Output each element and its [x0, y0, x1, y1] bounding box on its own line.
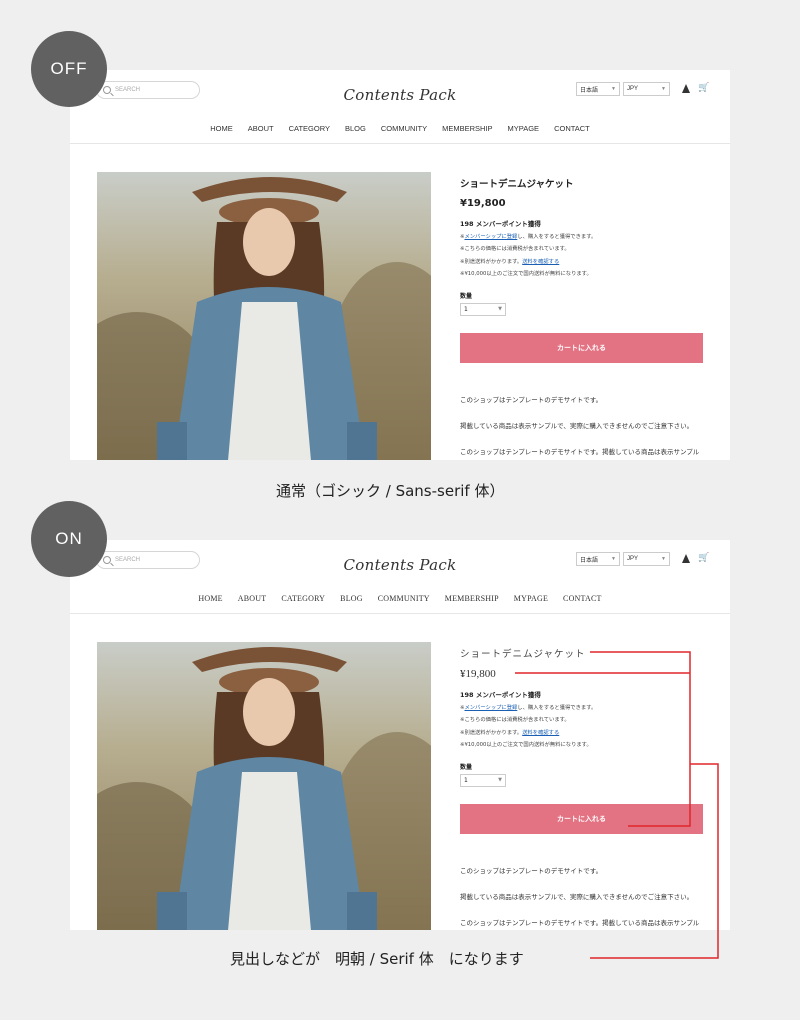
- description-line: このショップはテンプレートのデモサイトです。掲載している商品は表示サンプル: [460, 919, 700, 928]
- description-line: 掲載している商品は表示サンプルで、実際に購入できませんのでご注意下さい。: [460, 893, 694, 902]
- on-badge: ON: [31, 501, 107, 577]
- note-membership: ※メンバーシップに登録し、購入をすると獲得できます。: [460, 705, 597, 711]
- language-select[interactable]: 日本語 ▼: [576, 552, 620, 566]
- shipping-link[interactable]: 送料を確認する: [522, 730, 559, 736]
- product-info: ショートデニムジャケット ¥19,800 198 メンバーポイント獲得 ※メンバ…: [460, 642, 705, 927]
- note-free-shipping: ※¥10,000以上のご注文で国内送料が無料になります。: [460, 741, 592, 748]
- quantity-select[interactable]: 1 ▼: [460, 774, 506, 788]
- nav-mypage[interactable]: MYPAGE: [514, 594, 548, 603]
- note-membership: ※メンバーシップに登録し、購入をすると獲得できます。: [460, 234, 597, 240]
- caption-off: 通常（ゴシック / Sans-serif 体）: [276, 482, 505, 500]
- currency-select[interactable]: JPY ▼: [623, 82, 670, 96]
- member-points: 198 メンバーポイント獲得: [460, 691, 541, 699]
- description-line: このショップはテンプレートのデモサイトです。掲載している商品は表示サンプル: [460, 448, 700, 457]
- nav-blog[interactable]: BLOG: [340, 594, 363, 603]
- product-title: ショートデニムジャケット: [460, 650, 586, 660]
- add-to-cart-button[interactable]: カートに入れる: [460, 333, 703, 364]
- product-image: [97, 642, 431, 930]
- nav-contact[interactable]: CONTACT: [563, 594, 602, 603]
- chevron-down-icon: ▼: [611, 86, 616, 92]
- main-nav: HOME ABOUT CATEGORY BLOG COMMUNITY MEMBE…: [70, 594, 730, 603]
- chevron-down-icon: ▼: [661, 86, 666, 92]
- nav-membership[interactable]: MEMBERSHIP: [445, 594, 499, 603]
- product-info: ショートデニムジャケット ¥19,800 198 メンバーポイント獲得 ※メンバ…: [460, 172, 705, 456]
- main-nav: HOME ABOUT CATEGORY BLOG COMMUNITY MEMBE…: [70, 124, 730, 133]
- description-line: 掲載している商品は表示サンプルで、実際に購入できませんのでご注意下さい。: [460, 422, 694, 431]
- note-shipping: ※別途送料がかかります。送料を確認する: [460, 258, 560, 265]
- product-price: ¥19,800: [460, 198, 506, 209]
- off-badge: OFF: [31, 31, 107, 107]
- product-title: ショートデニムジャケット: [460, 179, 574, 190]
- nav-category[interactable]: CATEGORY: [289, 124, 330, 133]
- note-tax: ※こちらの価格には消費税が含まれています。: [460, 246, 570, 253]
- shipping-link[interactable]: 送料を確認する: [522, 259, 559, 265]
- nav-contact[interactable]: CONTACT: [554, 124, 590, 133]
- nav-mypage[interactable]: MYPAGE: [508, 124, 540, 133]
- description-line: このショップはテンプレートのデモサイトです。: [460, 396, 603, 405]
- chevron-down-icon: ▼: [498, 306, 502, 313]
- preview-sans-serif: SEARCH Contents Pack 日本語 ▼ JPY ▼ 🛒 HOME AB…: [70, 70, 730, 460]
- store-header: SEARCH Contents Pack 日本語 ▼ JPY ▼ 🛒 HOME AB…: [70, 70, 730, 144]
- currency-select[interactable]: JPY ▼: [623, 552, 670, 566]
- note-tax: ※こちらの価格には消費税が含まれています。: [460, 717, 570, 724]
- nav-home[interactable]: HOME: [198, 594, 222, 603]
- member-points: 198 メンバーポイント獲得: [460, 220, 541, 228]
- nav-blog[interactable]: BLOG: [345, 124, 366, 133]
- nav-about[interactable]: ABOUT: [238, 594, 267, 603]
- preview-serif: SEARCH Contents Pack 日本語 ▼ JPY ▼ 🛒 HOME AB…: [70, 540, 730, 930]
- nav-community[interactable]: COMMUNITY: [381, 124, 427, 133]
- user-icon[interactable]: [682, 554, 690, 563]
- user-icon[interactable]: [682, 84, 690, 93]
- nav-membership[interactable]: MEMBERSHIP: [442, 124, 492, 133]
- cart-icon[interactable]: 🛒: [698, 553, 709, 563]
- language-select[interactable]: 日本語 ▼: [576, 82, 620, 96]
- cart-icon[interactable]: 🛒: [698, 83, 709, 93]
- quantity-label: 数量: [460, 293, 473, 301]
- quantity-label: 数量: [460, 764, 473, 772]
- chevron-down-icon: ▼: [661, 556, 666, 562]
- chevron-down-icon: ▼: [611, 556, 616, 562]
- chevron-down-icon: ▼: [498, 777, 502, 784]
- quantity-select[interactable]: 1 ▼: [460, 303, 506, 317]
- nav-home[interactable]: HOME: [210, 124, 233, 133]
- note-free-shipping: ※¥10,000以上のご注文で国内送料が無料になります。: [460, 270, 592, 277]
- description-line: このショップはテンプレートのデモサイトです。: [460, 867, 603, 876]
- product-image: [97, 172, 431, 460]
- store-header: SEARCH Contents Pack 日本語 ▼ JPY ▼ 🛒 HOME AB…: [70, 540, 730, 614]
- membership-link[interactable]: メンバーシップに登録: [464, 234, 517, 240]
- product-price: ¥19,800: [460, 668, 496, 680]
- note-shipping: ※別途送料がかかります。送料を確認する: [460, 729, 560, 736]
- membership-link[interactable]: メンバーシップに登録: [464, 705, 517, 711]
- nav-community[interactable]: COMMUNITY: [378, 594, 430, 603]
- add-to-cart-button[interactable]: カートに入れる: [460, 804, 703, 835]
- caption-on: 見出しなどが 明朝 / Serif 体 になります: [230, 950, 524, 968]
- nav-category[interactable]: CATEGORY: [281, 594, 325, 603]
- nav-about[interactable]: ABOUT: [248, 124, 274, 133]
